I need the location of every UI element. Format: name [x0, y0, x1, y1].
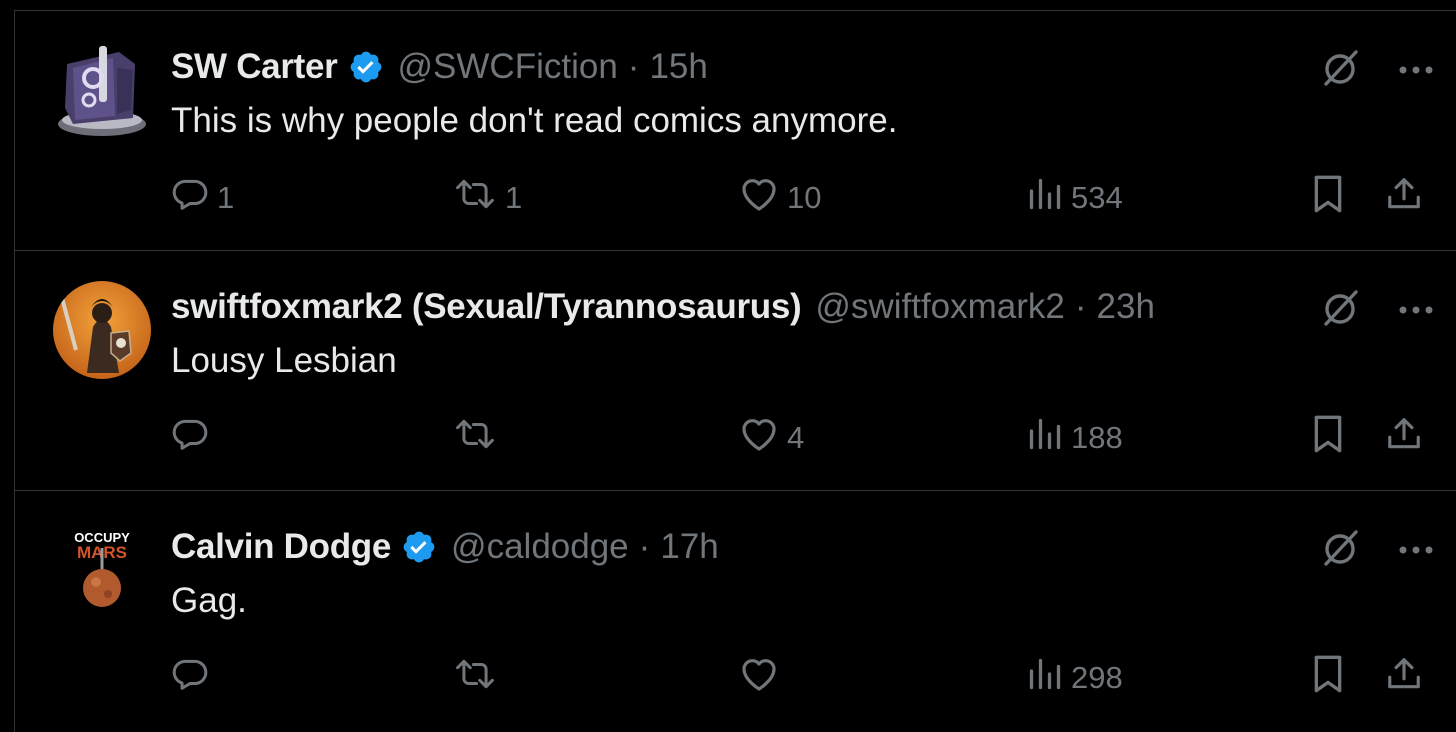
share-button[interactable]	[1385, 415, 1423, 461]
like-button[interactable]: 4	[739, 415, 804, 461]
verified-badge-icon	[401, 529, 437, 565]
heart-icon	[739, 655, 779, 701]
tweet-header: swiftfoxmark2 (Sexual/Tyrannosaurus) @sw…	[171, 285, 1155, 329]
like-button[interactable]	[739, 655, 787, 701]
timeline-feed: SW Carter @SWCFiction · 15h This is why …	[14, 10, 1456, 732]
timestamp[interactable]: 23h	[1097, 285, 1155, 329]
tweet-text: Gag.	[171, 581, 247, 620]
bookmark-icon	[1311, 174, 1345, 222]
timestamp[interactable]: 17h	[660, 525, 718, 569]
user-handle[interactable]: @SWCFiction	[398, 45, 618, 89]
views-button[interactable]: 188	[1027, 415, 1123, 461]
tweet-top-actions	[1320, 287, 1434, 334]
separator-dot: ·	[638, 527, 651, 566]
tweet-top-actions	[1320, 527, 1434, 574]
timestamp[interactable]: 15h	[649, 45, 707, 89]
share-button[interactable]	[1385, 175, 1423, 221]
views-icon	[1027, 656, 1063, 700]
tweet-header: SW Carter @SWCFiction · 15h	[171, 45, 708, 89]
view-count: 298	[1071, 660, 1123, 695]
views-icon	[1027, 416, 1063, 460]
repost-button[interactable]: 1	[453, 175, 522, 221]
bookmark-icon	[1311, 414, 1345, 462]
reply-icon	[171, 175, 209, 221]
reply-button[interactable]	[171, 655, 217, 701]
grok-icon[interactable]	[1320, 527, 1362, 574]
repost-button[interactable]	[453, 415, 505, 461]
avatar[interactable]: OCCUPY MARS	[53, 520, 151, 618]
like-count: 4	[787, 420, 805, 455]
like-count: 10	[787, 180, 822, 215]
separator-dot: ·	[1074, 287, 1087, 326]
reply-button[interactable]	[171, 415, 217, 461]
tweet[interactable]: swiftfoxmark2 (Sexual/Tyrannosaurus) @sw…	[15, 251, 1456, 491]
share-icon	[1385, 174, 1423, 222]
repost-icon	[453, 175, 497, 221]
repost-count: 1	[505, 180, 523, 215]
tweet[interactable]: SW Carter @SWCFiction · 15h This is why …	[15, 11, 1456, 251]
repost-button[interactable]	[453, 655, 505, 701]
user-handle[interactable]: @swiftfoxmark2	[815, 285, 1064, 329]
avatar[interactable]	[53, 40, 151, 138]
display-name[interactable]: SW Carter	[171, 45, 338, 89]
share-icon	[1385, 654, 1423, 702]
display-name[interactable]: Calvin Dodge	[171, 525, 391, 569]
tweet-actions: 4 188	[171, 415, 1441, 461]
reply-count: 1	[217, 180, 235, 215]
more-icon[interactable]	[1398, 302, 1434, 320]
like-button[interactable]: 10	[739, 175, 821, 221]
user-handle[interactable]: @caldodge	[451, 525, 629, 569]
view-count: 188	[1071, 420, 1123, 455]
reply-button[interactable]: 1	[171, 175, 234, 221]
tweet-actions: 298	[171, 655, 1441, 701]
tweet[interactable]: OCCUPY MARS Calvin Dodge @caldodge · 17h	[15, 491, 1456, 731]
tweet-header: Calvin Dodge @caldodge · 17h	[171, 525, 719, 569]
more-icon[interactable]	[1398, 542, 1434, 560]
reply-icon	[171, 655, 209, 701]
verified-badge-icon	[348, 49, 384, 85]
separator-dot: ·	[627, 47, 640, 86]
bookmark-button[interactable]	[1311, 415, 1345, 461]
bookmark-button[interactable]	[1311, 175, 1345, 221]
tweet-top-actions	[1320, 47, 1434, 94]
share-icon	[1385, 414, 1423, 462]
heart-icon	[739, 415, 779, 461]
repost-icon	[453, 655, 497, 701]
repost-icon	[453, 415, 497, 461]
tweet-text: Lousy Lesbian	[171, 341, 397, 380]
heart-icon	[739, 175, 779, 221]
more-icon[interactable]	[1398, 62, 1434, 80]
views-button[interactable]: 534	[1027, 175, 1123, 221]
view-count: 534	[1071, 180, 1123, 215]
views-button[interactable]: 298	[1027, 655, 1123, 701]
bookmark-button[interactable]	[1311, 655, 1345, 701]
tweet-text: This is why people don't read comics any…	[171, 101, 898, 140]
display-name[interactable]: swiftfoxmark2 (Sexual/Tyrannosaurus)	[171, 285, 802, 329]
share-button[interactable]	[1385, 655, 1423, 701]
avatar[interactable]	[53, 281, 151, 379]
views-icon	[1027, 176, 1063, 220]
bookmark-icon	[1311, 654, 1345, 702]
reply-icon	[171, 415, 209, 461]
tweet-actions: 1 1 10 534	[171, 175, 1441, 221]
grok-icon[interactable]	[1320, 47, 1362, 94]
grok-icon[interactable]	[1320, 287, 1362, 334]
